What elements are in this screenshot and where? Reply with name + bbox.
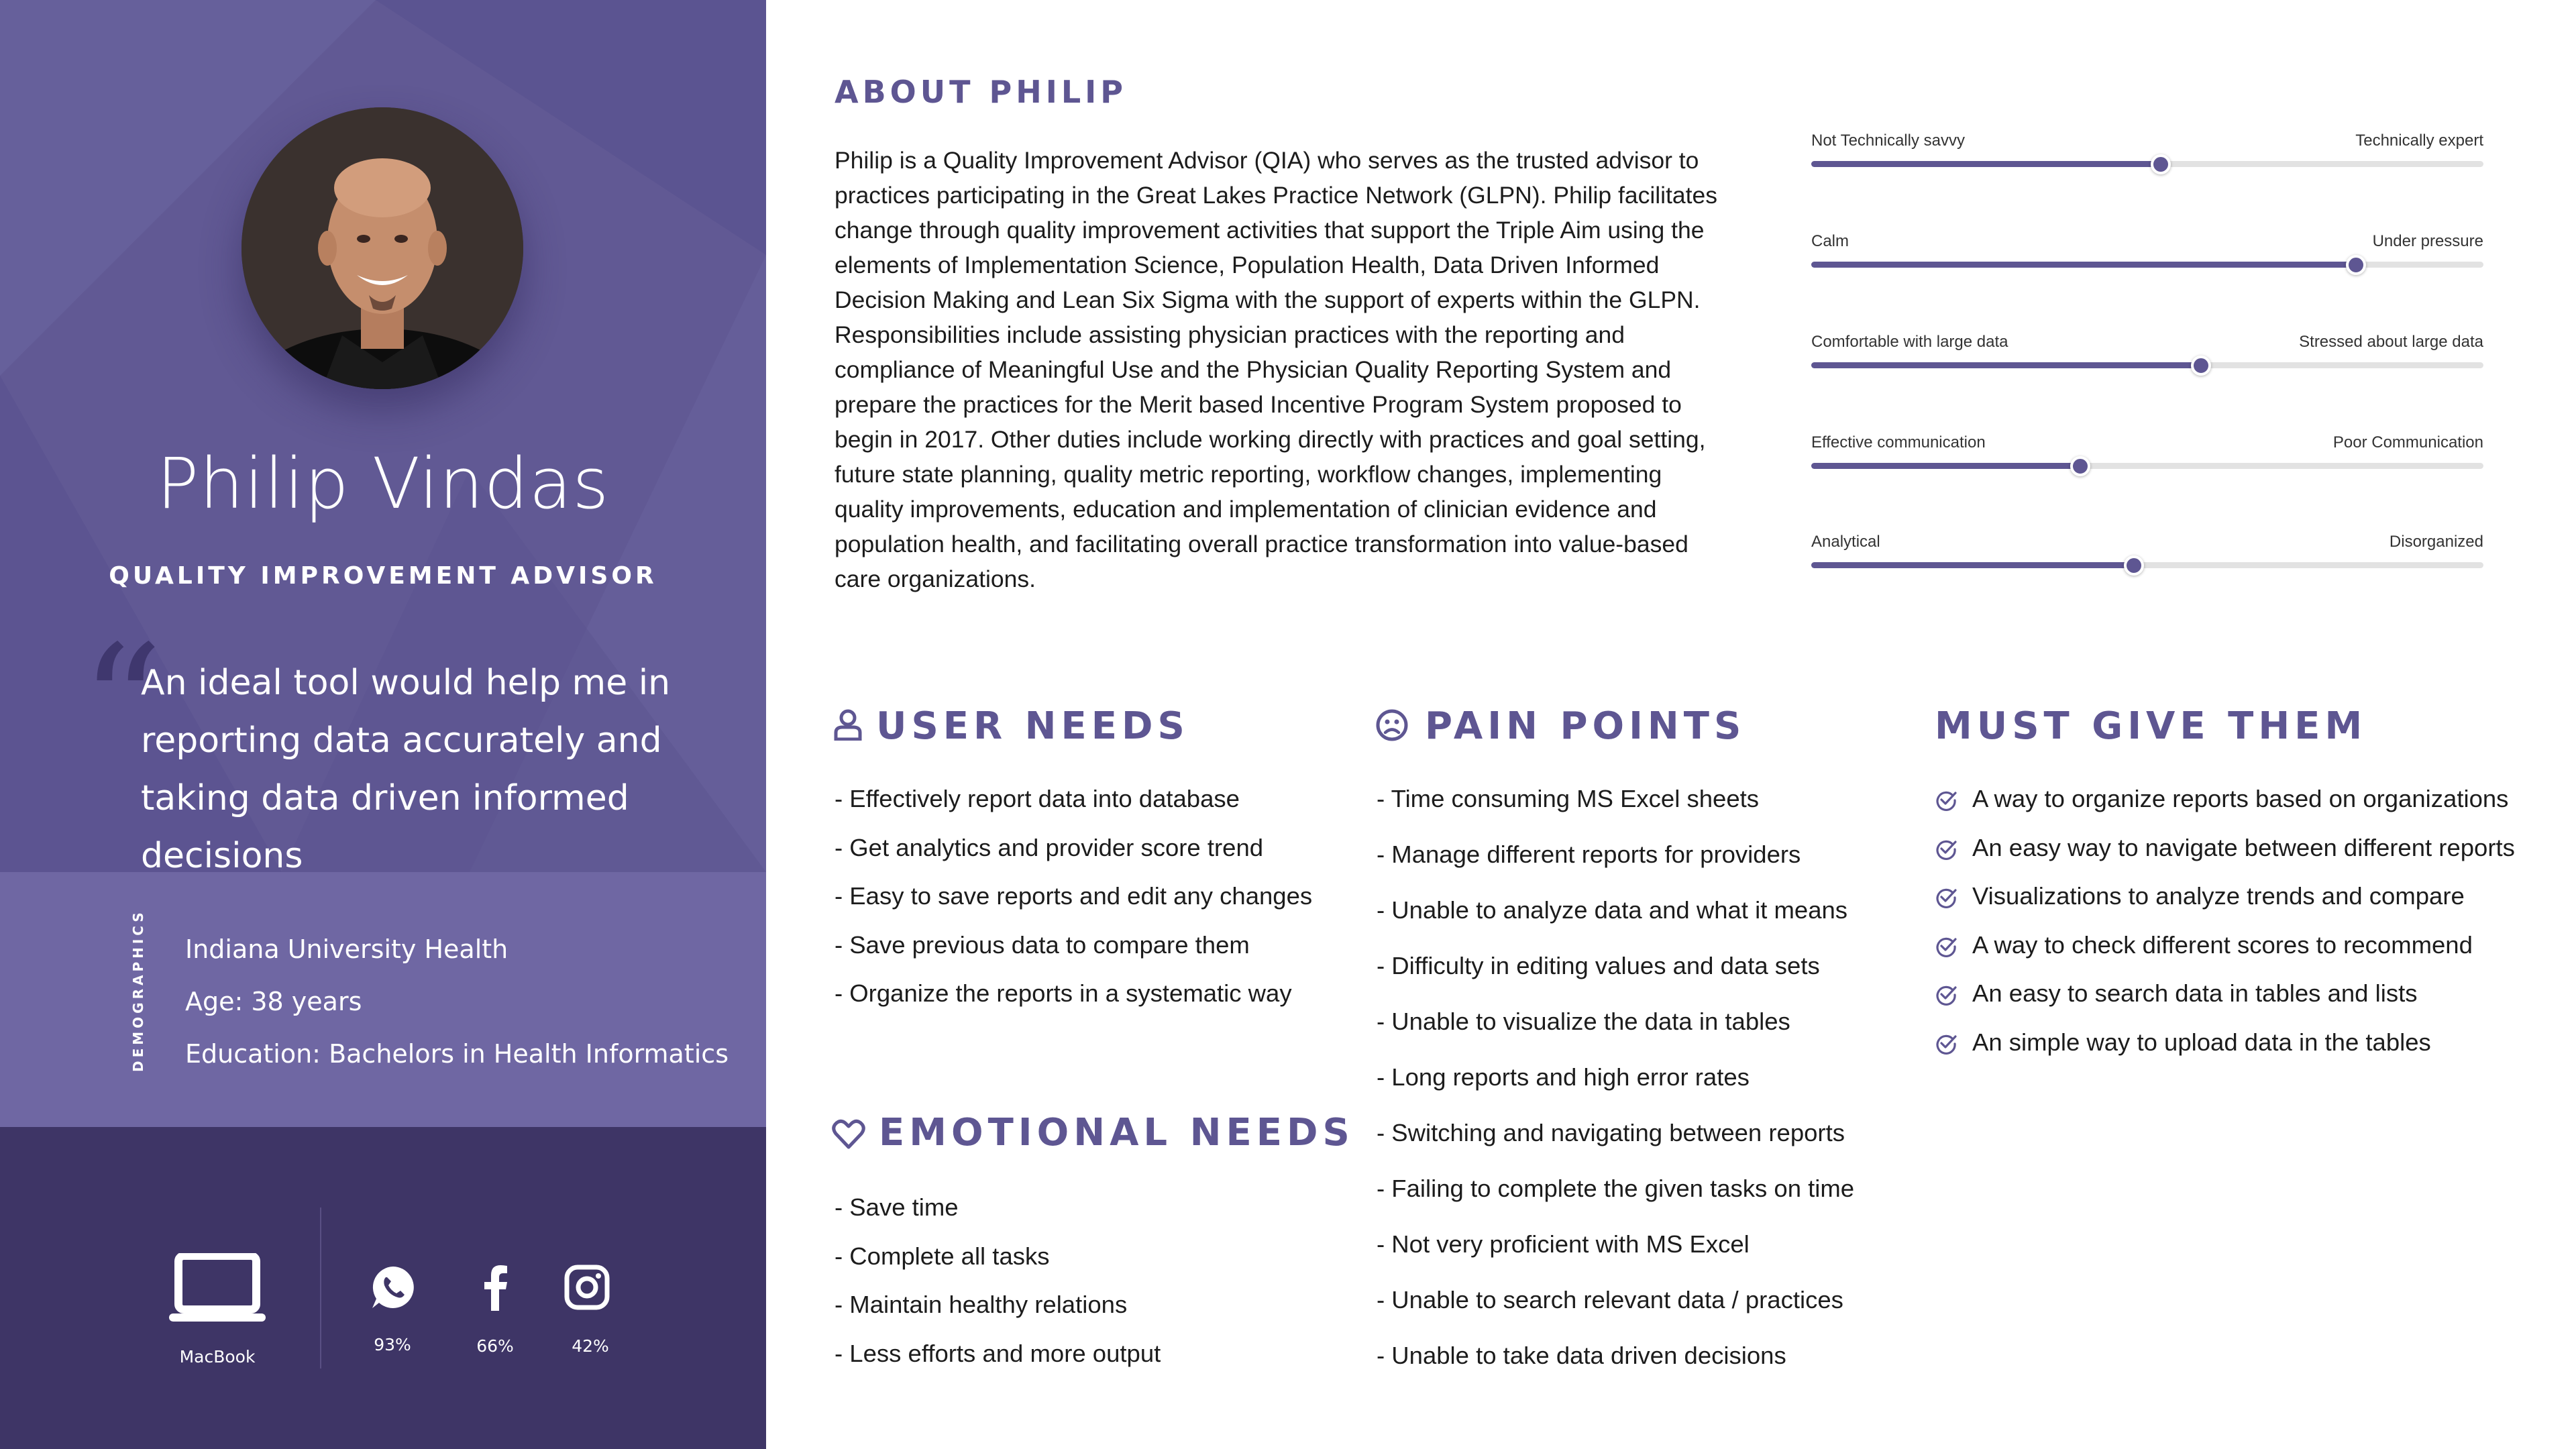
- about-text: Philip is a Quality Improvement Advisor …: [835, 147, 1718, 592]
- check-circle-icon: [1936, 985, 1957, 1006]
- check-circle-icon: [1936, 1034, 1957, 1055]
- persona-role: QUALITY IMPROVEMENT ADVISOR: [109, 562, 657, 590]
- list-item: - Maintain healthy relations: [835, 1291, 1128, 1318]
- list-item: A way to check different scores to recom…: [1972, 930, 2473, 959]
- list-item: - Unable to visualize the data in tables: [1377, 1008, 1790, 1035]
- trait-slider[interactable]: Not Technically savvy Technically expert: [1811, 131, 2483, 185]
- slider-handle[interactable]: [2124, 555, 2144, 576]
- trait-slider[interactable]: Calm Under pressure: [1811, 232, 2483, 286]
- slider-right-label: Poor Communication: [2332, 433, 2483, 451]
- check-circle-icon: [1936, 888, 1957, 908]
- list-item: - Long reports and high error rates: [1377, 1063, 1750, 1091]
- slider-fill: [1811, 161, 2161, 167]
- sad-face-icon: [1376, 709, 1408, 741]
- list-item: A way to organize reports based on organ…: [1972, 785, 2509, 812]
- whatsapp-usage: 93%: [374, 1335, 411, 1354]
- check-circle-icon: [1936, 791, 1957, 811]
- list-item: - Organize the reports in a systematic w…: [835, 979, 1292, 1007]
- trait-slider[interactable]: Effective communication Poor Communicatio…: [1811, 433, 2483, 487]
- list-item: - Time consuming MS Excel sheets: [1377, 785, 1760, 812]
- slider-left-label: Not Technically savvy: [1811, 131, 1965, 150]
- profile-panel: Philip Vindas QUALITY IMPROVEMENT ADVISO…: [0, 0, 766, 1449]
- list-item: - Less efforts and more output: [835, 1339, 1161, 1367]
- list-item: - Unable to search relevant data / pract…: [1377, 1286, 1843, 1313]
- list-item: - Save time: [835, 1193, 959, 1221]
- trait-slider[interactable]: Comfortable with large data Stressed abou…: [1811, 333, 2483, 386]
- list-item: An easy to search data in tables and lis…: [1972, 979, 2418, 1007]
- user-icon: [834, 709, 862, 741]
- emotional-needs-title: EMOTIONAL NEEDS: [879, 1111, 1354, 1155]
- list-item: - Easy to save reports and edit any chan…: [835, 882, 1313, 910]
- slider-handle[interactable]: [2151, 154, 2171, 174]
- list-item: - Save previous data to compare them: [835, 930, 1250, 959]
- demographics-organization: Indiana University Health: [185, 934, 508, 964]
- slider-right-label: Technically expert: [2355, 131, 2483, 150]
- slider-left-label: Comfortable with large data: [1811, 333, 2008, 351]
- demographics-education: Education: Bachelors in Health Informati…: [185, 1039, 729, 1069]
- list-item: - Unable to take data driven decisions: [1377, 1342, 1786, 1369]
- facebook-icon: [484, 1265, 507, 1311]
- slider-right-label: Under pressure: [2372, 232, 2483, 250]
- persona-name: Philip Vindas: [156, 443, 610, 525]
- slider-handle[interactable]: [2346, 255, 2366, 275]
- trait-slider[interactable]: Analytical Disorganized: [1811, 533, 2483, 586]
- slider-fill: [1811, 262, 2356, 268]
- list-item: - Failing to complete the given tasks on…: [1377, 1175, 1855, 1202]
- slider-fill: [1811, 463, 2080, 469]
- list-item: - Difficulty in editing values and data …: [1377, 952, 1820, 979]
- list-item: Visualizations to analyze trends and com…: [1972, 882, 2465, 910]
- demographics-label-text: DEMOGRAPHICS: [130, 909, 146, 1072]
- list-item: An easy way to navigate between differen…: [1972, 833, 2515, 861]
- list-item: - Complete all tasks: [835, 1242, 1050, 1270]
- check-circle-icon: [1936, 937, 1957, 957]
- about-title: ABOUT PHILIP: [835, 74, 1127, 110]
- instagram-usage: 42%: [572, 1336, 609, 1356]
- demographics-label: DEMOGRAPHICS: [125, 909, 152, 1076]
- pain-points-title: PAIN POINTS: [1425, 704, 1746, 748]
- slider-fill: [1811, 362, 2201, 368]
- slider-left-label: Calm: [1811, 232, 1849, 250]
- list-item: - Not very proficient with MS Excel: [1377, 1230, 1750, 1258]
- demographics-age: Age: 38 years: [185, 987, 362, 1016]
- must-give-title: MUST GIVE THEM: [1935, 704, 2367, 748]
- check-circle-icon: [1936, 840, 1957, 860]
- heart-icon: [832, 1119, 865, 1149]
- list-item: - Effectively report data into database: [835, 785, 1240, 812]
- slider-handle[interactable]: [2191, 356, 2211, 376]
- persona-quote: An ideal tool would help me in reporting…: [141, 663, 671, 876]
- laptop-label: MacBook: [179, 1347, 256, 1366]
- slider-right-label: Disorganized: [2389, 533, 2483, 551]
- list-item: - Get analytics and provider score trend: [835, 833, 1264, 861]
- devices-divider: [320, 1208, 321, 1368]
- list-item: - Manage different reports for providers: [1377, 841, 1801, 868]
- list-item: - Unable to analyze data and what it mea…: [1377, 896, 1848, 924]
- demographics-band: [0, 872, 766, 1127]
- facebook-usage: 66%: [476, 1336, 514, 1356]
- slider-left-label: Effective communication: [1811, 433, 1986, 451]
- list-item: An simple way to upload data in the tabl…: [1972, 1028, 2431, 1056]
- user-needs-title: USER NEEDS: [876, 704, 1189, 748]
- whatsapp-icon: [372, 1267, 414, 1308]
- slider-right-label: Stressed about large data: [2299, 333, 2483, 351]
- slider-fill: [1811, 562, 2134, 568]
- laptop-icon: [169, 1253, 266, 1322]
- avatar: [241, 107, 523, 389]
- slider-handle[interactable]: [2070, 456, 2090, 476]
- list-item: - Switching and navigating between repor…: [1377, 1119, 1845, 1146]
- slider-left-label: Analytical: [1811, 533, 1880, 551]
- instagram-icon: [564, 1265, 610, 1310]
